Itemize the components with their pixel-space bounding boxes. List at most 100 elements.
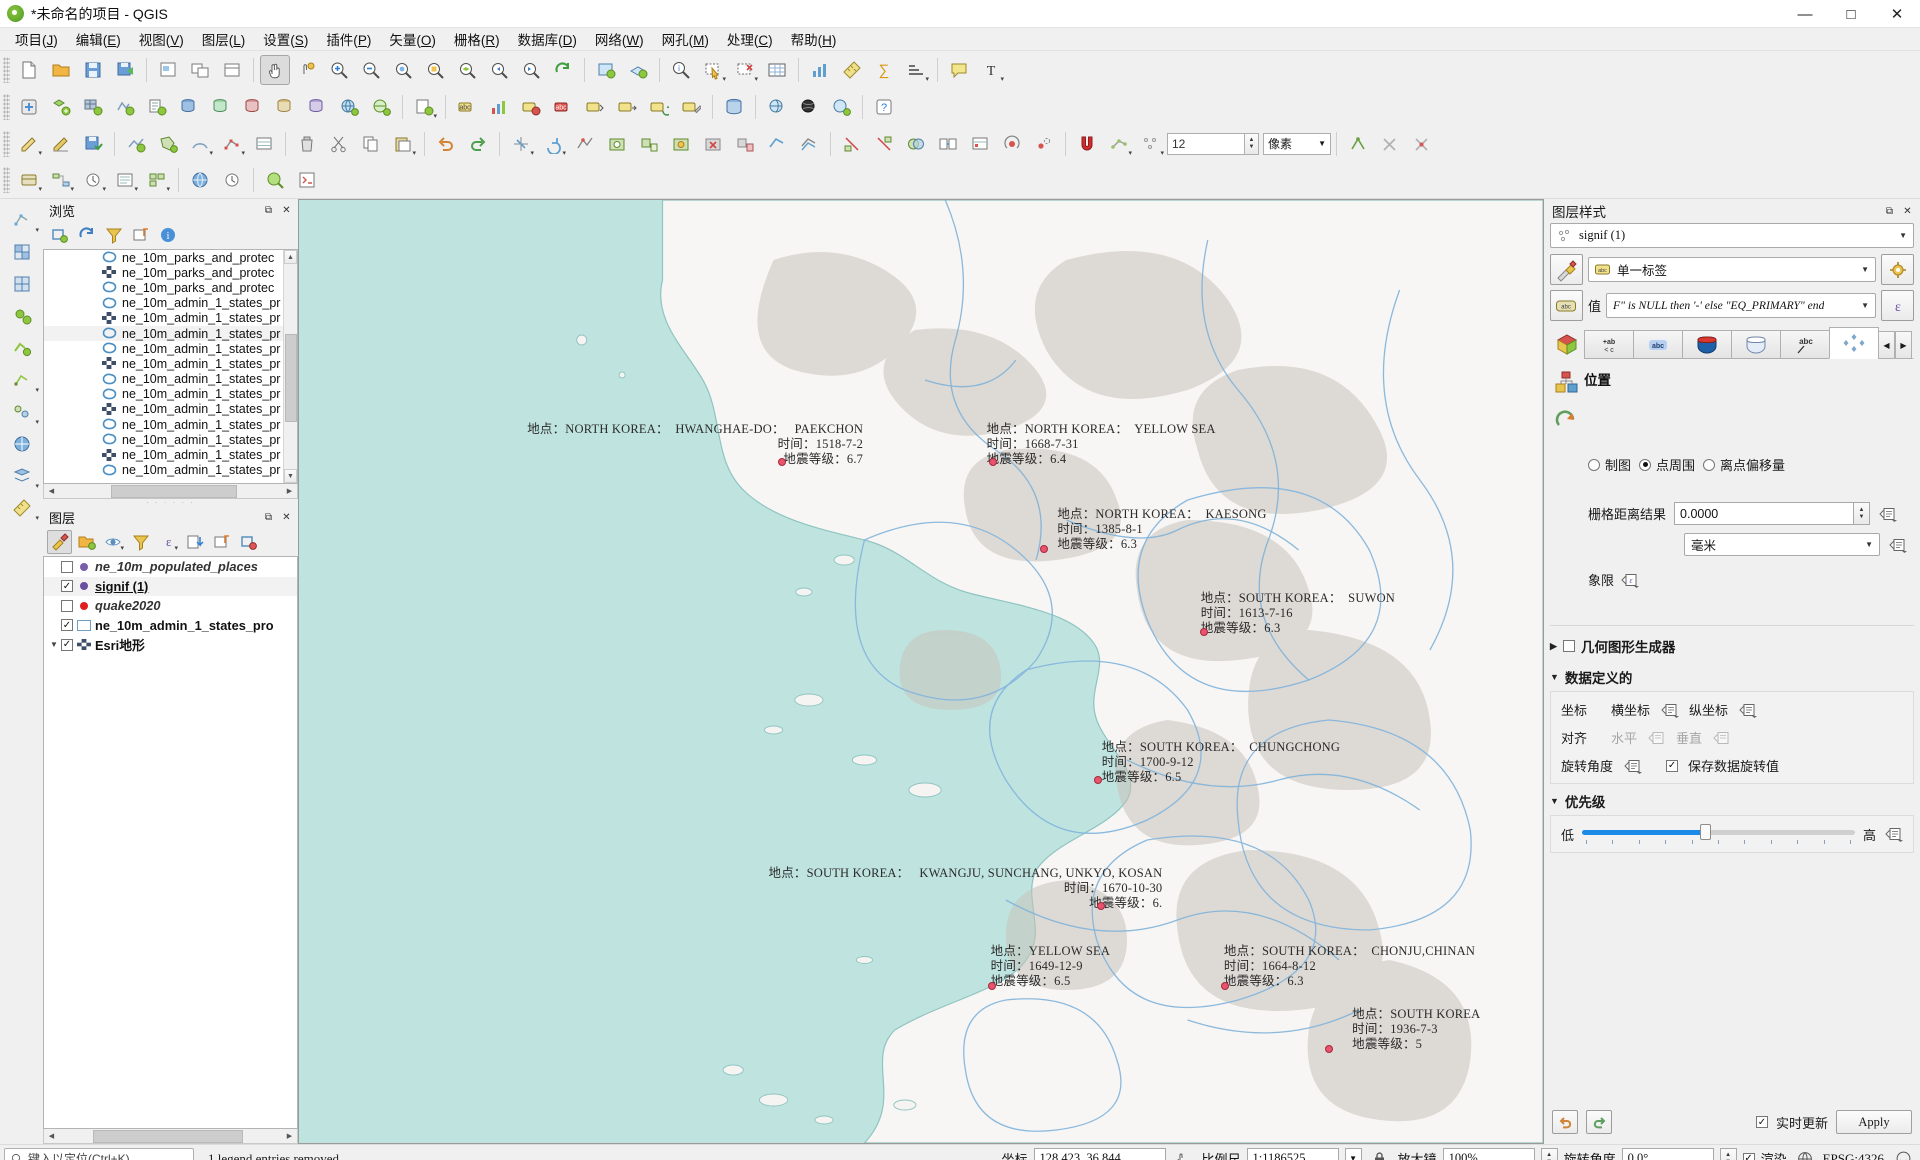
- menu-item-j[interactable]: 项目(J): [6, 27, 67, 51]
- layers-undock-icon[interactable]: ⧉: [261, 510, 276, 525]
- layer-row[interactable]: quake2020: [44, 596, 297, 616]
- properties-icon[interactable]: i: [155, 223, 180, 247]
- menu-item-h[interactable]: 帮助(H): [782, 27, 846, 51]
- layer-visibility-checkbox[interactable]: ✓: [61, 619, 73, 631]
- open-project-button[interactable]: [46, 55, 76, 85]
- layer-visibility-checkbox[interactable]: [61, 561, 73, 573]
- measure-button[interactable]: [837, 55, 867, 85]
- zoom-next-button[interactable]: [516, 55, 546, 85]
- snapping-tolerance-spinner[interactable]: ▲▼: [1245, 133, 1259, 155]
- menu-item-e[interactable]: 编辑(E): [67, 27, 130, 51]
- scale-value[interactable]: 1:1186525: [1247, 1148, 1339, 1160]
- menu-item-w[interactable]: 网络(W): [586, 27, 653, 51]
- add-wfs-layer-button[interactable]: [366, 92, 396, 122]
- open-attribute-table-button[interactable]: [762, 55, 792, 85]
- styling-close-icon[interactable]: ✕: [1900, 204, 1915, 219]
- messages-log-icon[interactable]: [1891, 1147, 1915, 1160]
- add-wms-layer-button[interactable]: [334, 92, 364, 122]
- new-shapefile-layer-button[interactable]: ▾: [409, 92, 439, 122]
- style-manager-button[interactable]: [260, 165, 290, 195]
- db-manager-button[interactable]: [719, 92, 749, 122]
- geometry-checker-button[interactable]: ▾: [3, 461, 40, 491]
- redo-button[interactable]: [463, 129, 493, 159]
- delete-selected-button[interactable]: [292, 129, 322, 159]
- add-part-button[interactable]: [634, 129, 664, 159]
- remove-layer-icon[interactable]: [236, 530, 261, 554]
- enable-snapping-button[interactable]: [1072, 129, 1102, 159]
- crs-value[interactable]: EPSG:4326: [1823, 1151, 1884, 1160]
- layer-visibility-checkbox[interactable]: ✓: [61, 639, 73, 651]
- coordinate-value[interactable]: 128.423, 36.844: [1034, 1148, 1166, 1160]
- merge-features-button[interactable]: [901, 129, 931, 159]
- zoom-full-button[interactable]: [388, 55, 418, 85]
- refresh-map-button[interactable]: [548, 55, 578, 85]
- add-selected-layers-icon[interactable]: [47, 223, 72, 247]
- change-label-button[interactable]: [676, 92, 706, 122]
- save-project-button[interactable]: [78, 55, 108, 85]
- new-text-annotation-button[interactable]: ▾T: [976, 55, 1006, 85]
- browser-item[interactable]: ne_10m_admin_1_states_pr: [44, 326, 297, 341]
- rotation-data-defined-icon[interactable]: [1623, 756, 1642, 775]
- expand-triangle-icon[interactable]: ▶: [1550, 641, 1557, 652]
- scroll-up-arrow[interactable]: ▲: [284, 250, 297, 264]
- preserve-rotation-checkbox[interactable]: ✓: [1666, 760, 1678, 772]
- zoom-to-layer-button[interactable]: [452, 55, 482, 85]
- measure-tool-button[interactable]: ▾: [3, 493, 40, 523]
- scroll-right-arrow[interactable]: ▶: [282, 1130, 297, 1143]
- distance-input[interactable]: [1674, 502, 1853, 525]
- redo-style-button[interactable]: [1586, 1110, 1612, 1134]
- zoom-last-button[interactable]: [484, 55, 514, 85]
- georeferencer-panel-button[interactable]: [185, 165, 215, 195]
- vertex-editing-tool-button[interactable]: ▾: [3, 365, 40, 395]
- add-polygon-feature-button[interactable]: [153, 129, 183, 159]
- browser-item[interactable]: ne_10m_admin_1_states_pr: [44, 447, 297, 462]
- placement-mode-option[interactable]: 离点偏移量: [1703, 455, 1785, 474]
- filter-icon[interactable]: [101, 223, 126, 247]
- open-styling-panel-icon[interactable]: [47, 530, 72, 554]
- placement-mode-radio[interactable]: [1703, 459, 1715, 471]
- abc-field-icon[interactable]: abc: [1550, 290, 1583, 321]
- scale-dropdown-icon[interactable]: ▼: [1345, 1148, 1362, 1160]
- priority-section[interactable]: ▼ 优先级: [1550, 791, 1914, 811]
- toolbar-grip[interactable]: [3, 94, 10, 120]
- menu-item-v[interactable]: 视图(V): [130, 27, 193, 51]
- scroll-thumb[interactable]: [93, 1130, 243, 1143]
- rotation-spinner[interactable]: ▲▼: [1720, 1148, 1737, 1160]
- placement-mode-option[interactable]: 点周围: [1639, 455, 1695, 474]
- vertex-tool-button[interactable]: ▾: [217, 129, 247, 159]
- new-project-button[interactable]: [14, 55, 44, 85]
- offset-point-symbols-button[interactable]: [1029, 129, 1059, 159]
- data-defined-section[interactable]: ▼ 数据定义的: [1550, 667, 1914, 687]
- layer-visibility-checkbox[interactable]: [61, 600, 73, 612]
- earthquake-point-marker[interactable]: [1094, 776, 1102, 784]
- coordinate-toggle-icon[interactable]: [1173, 1147, 1195, 1160]
- collapse-all-icon[interactable]: [209, 530, 234, 554]
- snapping-tolerance-units-button[interactable]: ▾: [1136, 129, 1166, 159]
- earthquake-point-marker[interactable]: [778, 458, 786, 466]
- show-hide-labels-button[interactable]: [580, 92, 610, 122]
- layer-row[interactable]: ✓ne_10m_admin_1_states_pro: [44, 616, 297, 636]
- reshape-features-button[interactable]: [762, 129, 792, 159]
- zoom-out-button[interactable]: [356, 55, 386, 85]
- rotate-point-symbols-button[interactable]: [997, 129, 1027, 159]
- collapse-triangle-icon[interactable]: ▼: [1550, 672, 1559, 682]
- snapping-options-button[interactable]: ▾: [1104, 129, 1134, 159]
- save-layer-edits-button[interactable]: [78, 129, 108, 159]
- quadrant-data-defined-icon[interactable]: ε: [1620, 570, 1639, 589]
- close-button[interactable]: ✕: [1874, 0, 1920, 28]
- placement-mode-radio[interactable]: [1639, 459, 1651, 471]
- new-3d-map-view-button[interactable]: [623, 55, 653, 85]
- lock-scale-icon[interactable]: [1369, 1147, 1391, 1160]
- scroll-right-arrow[interactable]: ▶: [282, 485, 297, 498]
- add-postgis-layer-button[interactable]: [174, 92, 204, 122]
- collapse-triangle-icon[interactable]: ▼: [1550, 796, 1559, 806]
- browser-item[interactable]: ne_10m_parks_and_protec: [44, 265, 297, 280]
- topology-checker-button[interactable]: ▾: [3, 397, 40, 427]
- layer-selector-combo[interactable]: signif (1) ▼: [1550, 223, 1914, 248]
- processing-toolbox-button[interactable]: ▾: [14, 165, 44, 195]
- browser-hscrollbar[interactable]: ◀ ▶: [43, 484, 298, 499]
- scroll-thumb[interactable]: [111, 485, 237, 498]
- placement-mode-option[interactable]: 制图: [1588, 455, 1631, 474]
- magnifier-value[interactable]: 100%: [1443, 1148, 1535, 1160]
- minimize-button[interactable]: —: [1782, 0, 1828, 28]
